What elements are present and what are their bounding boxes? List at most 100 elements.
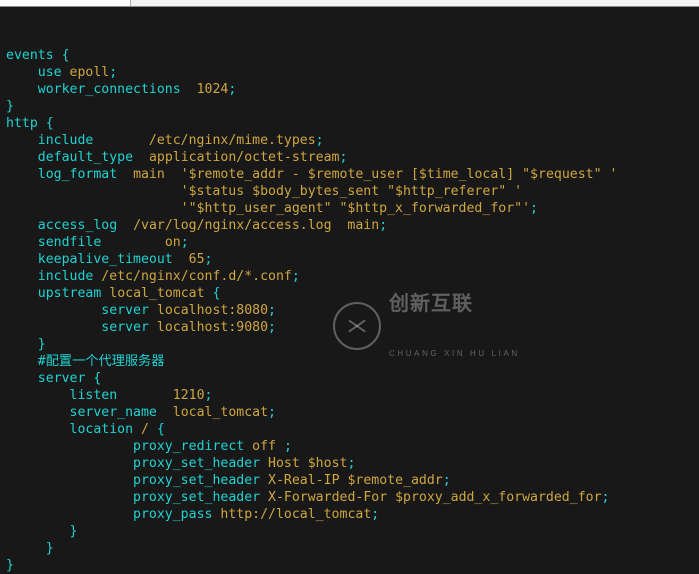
code-token (117, 388, 173, 403)
code-token (6, 507, 133, 522)
code-token: http { (6, 116, 54, 131)
code-token (6, 65, 38, 80)
code-token: include (38, 269, 94, 284)
code-line: server { (6, 370, 699, 387)
code-token (165, 167, 181, 182)
code-token: ; (530, 201, 538, 216)
code-token (149, 303, 157, 318)
code-line: '$status $body_bytes_sent "$http_referer… (6, 183, 699, 200)
code-token: local_tomcat (173, 405, 268, 420)
code-token: ; (109, 65, 117, 80)
code-token (6, 167, 38, 182)
code-line: http { (6, 115, 699, 132)
code-token: application/octet-stream (149, 150, 340, 165)
code-token (6, 422, 70, 437)
code-token: '$status $body_bytes_sent "$http_referer… (181, 184, 522, 199)
code-token (6, 150, 38, 165)
code-token: ; (371, 507, 379, 522)
code-token: location (70, 422, 134, 437)
code-token (117, 218, 133, 233)
code-token (101, 235, 165, 250)
code-token (133, 150, 149, 165)
code-token (6, 439, 133, 454)
code-token: #配置一个代理服务器 (38, 354, 165, 369)
code-token: '$remote_addr - $remote_user [$time_loca… (181, 167, 618, 182)
code-token: { (212, 286, 220, 301)
editor-tab[interactable] (0, 0, 131, 6)
code-token (133, 422, 141, 437)
code-token: proxy_set_header (133, 490, 260, 505)
code-token (6, 218, 38, 233)
code-token: { (93, 371, 101, 386)
code-token: } (38, 337, 46, 352)
code-token: ; (268, 303, 276, 318)
code-line: location / { (6, 421, 699, 438)
code-line: proxy_set_header X-Real-IP $remote_addr; (6, 472, 699, 489)
code-token: 1210 (173, 388, 205, 403)
code-line: } (6, 540, 699, 557)
code-token (6, 133, 38, 148)
code-token (6, 320, 101, 335)
code-token (6, 235, 38, 250)
code-line: keepalive_timeout 65; (6, 251, 699, 268)
code-line: proxy_pass http://local_tomcat; (6, 506, 699, 523)
code-token: sendfile (38, 235, 102, 250)
code-token: ; (443, 473, 451, 488)
code-line: listen 1210; (6, 387, 699, 404)
code-line: log_format main '$remote_addr - $remote_… (6, 166, 699, 183)
code-token: ; (340, 150, 348, 165)
code-token (181, 82, 197, 97)
code-line: } (6, 557, 699, 574)
code-token (6, 286, 38, 301)
code-token: localhost:8080 (157, 303, 268, 318)
code-token: log_format (38, 167, 117, 182)
code-line: proxy_set_header X-Forwarded-For $proxy_… (6, 489, 699, 506)
code-token (260, 456, 268, 471)
code-token: ; (284, 439, 292, 454)
code-token (149, 422, 157, 437)
code-token: 65 (189, 252, 205, 267)
code-token: include (38, 133, 94, 148)
code-token (6, 303, 101, 318)
code-token: ; (205, 252, 213, 267)
code-token: ; (268, 405, 276, 420)
code-token: upstream (38, 286, 102, 301)
code-line: #配置一个代理服务器 (6, 353, 699, 370)
code-line: access_log /var/log/nginx/access.log mai… (6, 217, 699, 234)
editor-tab-bar (0, 0, 699, 7)
code-token (6, 252, 38, 267)
code-token: keepalive_timeout (38, 252, 173, 267)
code-token: local_tomcat (109, 286, 204, 301)
code-token (276, 439, 284, 454)
code-token: } (6, 99, 14, 114)
code-token (6, 354, 38, 369)
code-token: server (101, 303, 149, 318)
code-token: proxy_redirect (133, 439, 244, 454)
code-token: } (70, 524, 78, 539)
code-editor-viewport[interactable]: 创新互联 CHUANG XIN HU LIAN events { use epo… (0, 7, 699, 574)
code-token: proxy_pass (133, 507, 212, 522)
code-token: events { (6, 48, 70, 63)
code-token (6, 201, 181, 216)
code-token: default_type (38, 150, 133, 165)
code-token: server (101, 320, 149, 335)
code-token: on (165, 235, 181, 250)
code-line: server localhost:9080; (6, 319, 699, 336)
code-token (6, 541, 46, 556)
code-token: worker_connections (38, 82, 181, 97)
code-token: epoll (70, 65, 110, 80)
code-token: X-Real-IP $remote_addr (268, 473, 443, 488)
code-line: include /etc/nginx/conf.d/*.conf; (6, 268, 699, 285)
code-token: proxy_set_header (133, 473, 260, 488)
code-token (149, 320, 157, 335)
code-token: } (6, 558, 14, 573)
code-token: server (38, 371, 86, 386)
code-line: sendfile on; (6, 234, 699, 251)
code-token (6, 524, 70, 539)
code-line: proxy_redirect off ; (6, 438, 699, 455)
code-token (6, 405, 70, 420)
code-token (173, 252, 189, 267)
code-token: ; (292, 269, 300, 284)
code-token (6, 473, 133, 488)
code-token: X-Forwarded-For $proxy_add_x_forwarded_f… (268, 490, 601, 505)
